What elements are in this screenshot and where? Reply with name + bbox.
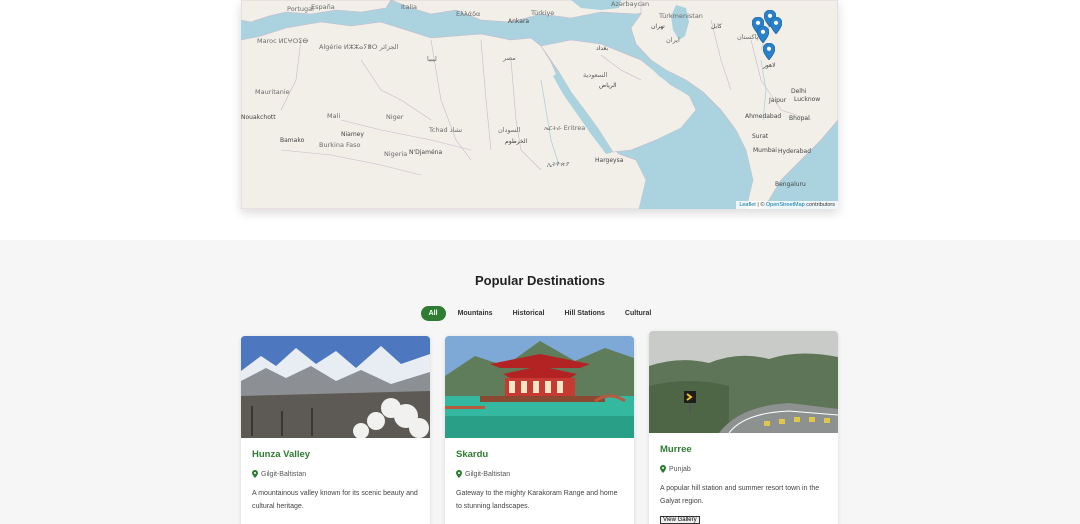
- map-label-lahore: لاهور: [763, 62, 776, 69]
- map-label-hargeysa: Hargeysa: [595, 157, 624, 164]
- section-title: Popular Destinations: [474, 273, 606, 288]
- region-label: Gilgit-Baltistan: [465, 470, 511, 478]
- map-label-ellada: Ελλάδα: [456, 10, 481, 18]
- leaflet-link[interactable]: Leaflet: [739, 202, 756, 208]
- map-label-kott: Nouakchott: [241, 114, 276, 121]
- view-gallery-button[interactable]: View Gallery: [660, 516, 700, 524]
- map-label-burkina: Burkina Faso: [319, 141, 361, 149]
- map-label-pakistan: پاکستان: [737, 33, 759, 41]
- destination-description: A mountainous valley known for its sceni…: [252, 490, 418, 510]
- map-label-kabul: کابل: [711, 23, 722, 30]
- destination-region: Punjab: [660, 465, 827, 473]
- map-label-espana: España: [311, 3, 335, 11]
- map[interactable]: Portugal España Italia Ελλάδα Türkiye Az…: [241, 0, 838, 209]
- map-label-bamako: Bamako: [280, 137, 305, 144]
- map-attribution: Leaflet | © OpenStreetMap contributors: [736, 201, 838, 209]
- osm-link[interactable]: OpenStreetMap: [766, 202, 805, 208]
- map-label-ethiopia: ኢትዮጵያ: [547, 160, 570, 168]
- map-label-turkmenistan: Türkmenistan: [659, 12, 703, 20]
- map-pin-icon[interactable]: [763, 43, 775, 60]
- map-label-iran: ایران: [666, 36, 680, 44]
- map-label-delhi: Delhi: [791, 88, 807, 95]
- map-label-maroc: Maroc ⵍⵎⵖⵔⵉⴱ: [257, 37, 309, 45]
- map-label-ndjamena: N'Djaména: [409, 149, 443, 156]
- map-label-lucknow: Lucknow: [794, 96, 821, 103]
- filter-historical[interactable]: Historical: [505, 306, 553, 321]
- map-pin-icon[interactable]: [770, 17, 782, 34]
- map-label-surat: Surat: [752, 133, 769, 140]
- location-pin-icon: [456, 470, 462, 478]
- map-label-turkiye: Türkiye: [531, 9, 555, 17]
- map-label-algerie: Algérie ⵍⵣⵣⴰⵢⴻⵔ الجزائر: [319, 43, 399, 51]
- map-label-mumbai: Mumbai: [753, 147, 777, 154]
- map-label-nigeria: Nigeria: [384, 150, 408, 158]
- map-label-ankara: Ankara: [508, 18, 530, 25]
- region-label: Gilgit-Baltistan: [261, 470, 307, 478]
- map-label-baghdad: بغداد: [596, 45, 609, 52]
- location-pin-icon: [660, 465, 666, 473]
- filter-bar: All Mountains Historical Hill Stations C…: [0, 306, 1080, 321]
- map-label-alsaudia: السعودية: [583, 71, 608, 79]
- map-label-khartoum: الخرطوم: [505, 138, 528, 145]
- attribution-separator: | ©: [755, 202, 766, 208]
- filter-all[interactable]: All: [420, 306, 446, 321]
- destination-photo: [649, 331, 838, 433]
- map-label-niger: Niger: [386, 113, 404, 121]
- map-label-jaipur: Jaipur: [769, 97, 787, 104]
- filter-hill-stations[interactable]: Hill Stations: [556, 306, 612, 321]
- destination-card[interactable]: Hunza Valley Gilgit-Baltistan A mountain…: [241, 336, 430, 524]
- map-label-mauritanie: Mauritanie: [255, 88, 290, 96]
- destination-region: Gilgit-Baltistan: [456, 470, 623, 478]
- destination-photo: [445, 336, 634, 438]
- map-label-azerbaycan: Azərbaycan: [611, 0, 650, 8]
- map-label-ertra: ኤርትራ Eritrea: [544, 124, 586, 132]
- region-label: Punjab: [669, 465, 691, 473]
- attribution-rest: contributors: [804, 202, 835, 208]
- destination-title[interactable]: Hunza Valley: [252, 449, 419, 460]
- destination-card[interactable]: Skardu Gilgit-Baltistan Gateway to the m…: [445, 336, 634, 524]
- map-label-bhopal: Bhopal: [789, 115, 810, 122]
- map-label-tehran: تهران: [651, 23, 665, 30]
- destination-title[interactable]: Skardu: [456, 449, 623, 460]
- map-label-italia: Italia: [401, 3, 418, 11]
- filter-mountains[interactable]: Mountains: [450, 306, 501, 321]
- map-label-hyderabad: Hyderabad: [778, 148, 811, 155]
- map-tiles[interactable]: [241, 0, 838, 209]
- destination-description: Gateway to the mighty Karakoram Range an…: [456, 490, 618, 510]
- destinations-section: Popular Destinations All Mountains Histo…: [0, 240, 1080, 524]
- destination-title[interactable]: Murree: [660, 444, 827, 455]
- map-label-niamey: Niamey: [341, 131, 364, 138]
- map-label-tchad: Tchad تشاد: [429, 126, 463, 134]
- map-label-libya: ليبيا: [427, 55, 437, 63]
- filter-cultural[interactable]: Cultural: [617, 306, 659, 321]
- destination-card[interactable]: Murree Punjab A popular hill station and…: [649, 331, 838, 524]
- map-pin-icon[interactable]: [757, 26, 769, 43]
- map-label-mali: Mali: [327, 112, 341, 120]
- map-label-ahmedabad: Ahmedabad: [745, 113, 782, 120]
- destination-region: Gilgit-Baltistan: [252, 470, 419, 478]
- map-label-portugal: Portugal: [287, 5, 314, 13]
- map-label-riyadh: الرياض: [599, 82, 617, 89]
- destination-photo: [241, 336, 430, 438]
- map-label-misr: مصر: [503, 54, 516, 62]
- destination-description: A popular hill station and summer resort…: [660, 485, 820, 505]
- map-label-sudan: السودان: [498, 126, 521, 134]
- map-label-bengaluru: Bengaluru: [775, 181, 806, 188]
- location-pin-icon: [252, 470, 258, 478]
